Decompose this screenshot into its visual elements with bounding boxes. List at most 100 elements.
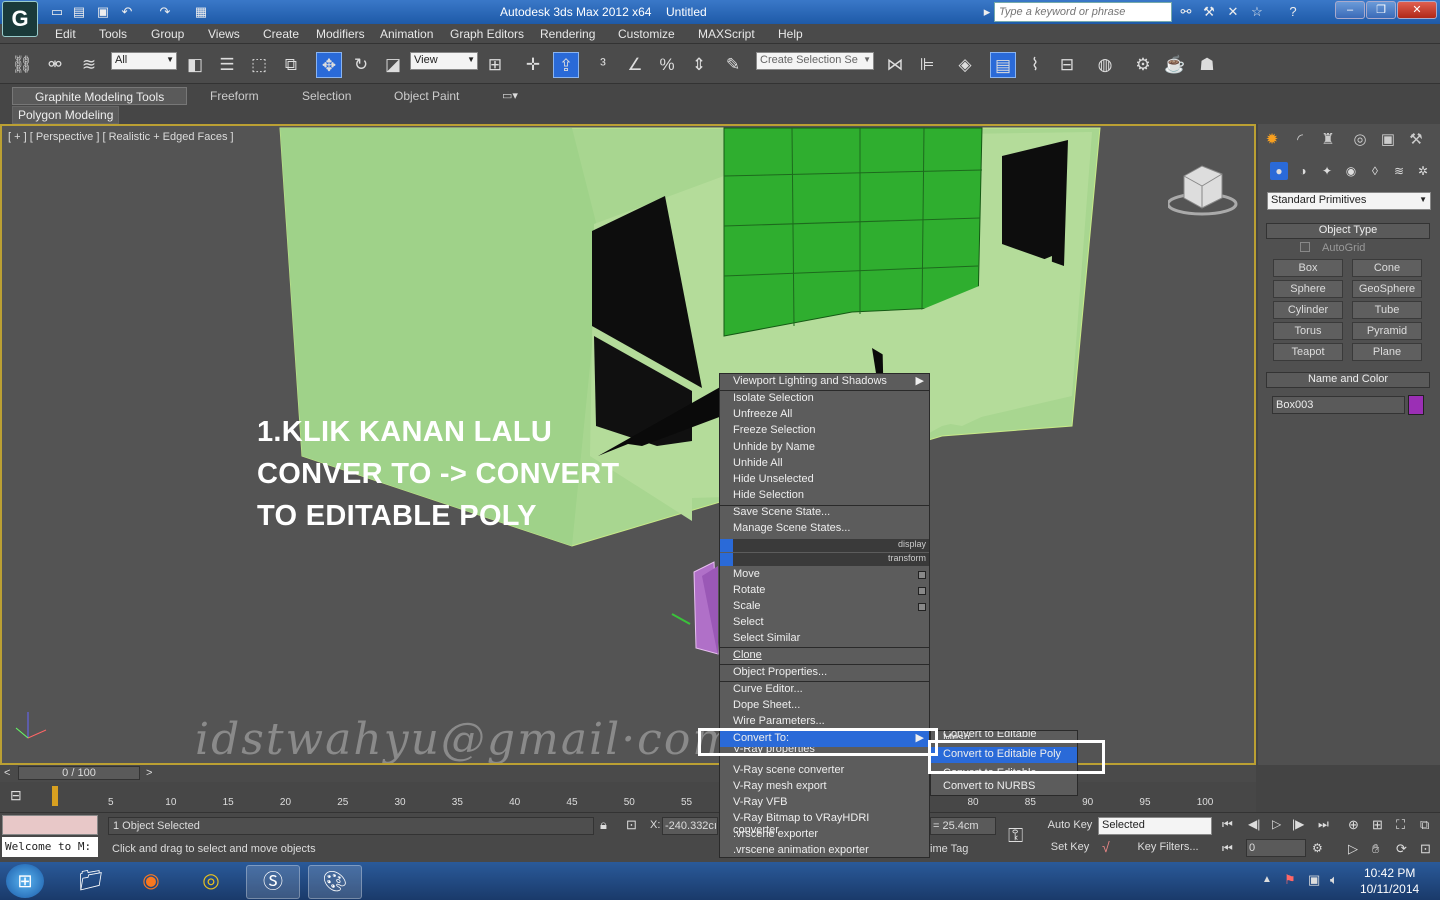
select-and-rotate-icon[interactable]: ↻ (348, 52, 374, 78)
schematic-view-icon[interactable]: ⊟ (1054, 52, 1080, 78)
display-tab-icon[interactable]: ▣ (1376, 128, 1400, 152)
redo-icon[interactable]: ↷ (156, 3, 174, 21)
angle-snap-icon[interactable]: ∠ (622, 52, 648, 78)
start-button-icon[interactable]: ⊞ (6, 864, 44, 898)
play-icon[interactable]: ▷ (1272, 817, 1281, 831)
menu-item-vray-scene-converter[interactable]: V-Ray scene converter (720, 763, 929, 779)
keyboard-shortcut-override-icon[interactable]: ⇪ (553, 52, 579, 78)
menu-item-dope-sheet[interactable]: Dope Sheet... (720, 698, 929, 714)
named-selection-edit-icon[interactable]: ✎ (720, 52, 746, 78)
shapes-icon[interactable]: ◑ (1294, 162, 1312, 180)
menu-item-unhide-all[interactable]: Unhide All (720, 456, 929, 472)
menu-item-vray-vfb[interactable]: V-Ray VFB (720, 795, 929, 811)
menu-create[interactable]: Create (263, 27, 299, 41)
open-file-icon[interactable]: ▤ (70, 3, 88, 21)
search-input[interactable] (994, 2, 1172, 22)
app-menu-logo-icon[interactable]: G (2, 1, 38, 37)
pyramid-button[interactable]: Pyramid (1352, 322, 1422, 340)
show-hidden-icons-icon[interactable]: ▲ (1262, 874, 1272, 885)
motion-tab-icon[interactable]: ◎ (1348, 128, 1372, 152)
volume-icon[interactable]: 🔈︎ (1330, 872, 1338, 888)
add-time-tag[interactable]: ime Tag (930, 843, 968, 855)
spinner-snap-icon[interactable]: ⇕ (686, 52, 712, 78)
absolute-mode-icon[interactable]: ⊡ (626, 817, 637, 833)
window-crossing-icon[interactable]: ⧉ (278, 52, 304, 78)
undo-icon[interactable]: ↶ (118, 3, 136, 21)
viewcube-icon[interactable] (1166, 162, 1238, 218)
named-selection-sets-dropdown[interactable]: Create Selection Se (756, 52, 874, 70)
tab-freeform[interactable]: Freeform (188, 87, 281, 105)
new-file-icon[interactable]: ▭ (48, 3, 66, 21)
time-slider-thumb[interactable]: 0 / 100 (18, 766, 140, 780)
link-icon[interactable]: ⛓ (9, 52, 35, 78)
menu-tools[interactable]: Tools (99, 27, 127, 41)
set-key-button[interactable]: Set Key (1046, 839, 1094, 857)
cone-button[interactable]: Cone (1352, 259, 1422, 277)
binoculars-icon[interactable]: ⚯ (1177, 3, 1195, 21)
create-tab-icon[interactable]: ✹ (1260, 128, 1284, 152)
time-cursor[interactable] (52, 786, 58, 806)
tab-graphite-modeling-tools[interactable]: Graphite Modeling Tools (12, 87, 188, 105)
menu-item-hide-unselected[interactable]: Hide Unselected (720, 472, 929, 488)
pivot-center-icon[interactable]: ⊞ (482, 52, 508, 78)
reference-coordinate-dropdown[interactable]: View (410, 52, 478, 70)
menu-maxscript[interactable]: MAXScript (698, 27, 755, 41)
menu-item-freeze-selection[interactable]: Freeze Selection (720, 423, 929, 439)
key-mode-toggle-icon[interactable]: ⏮ (1222, 841, 1233, 856)
menu-rendering[interactable]: Rendering (540, 27, 595, 41)
current-frame-field[interactable]: 0 (1246, 839, 1306, 857)
tab-object-paint[interactable]: Object Paint (372, 87, 481, 105)
geometry-icon[interactable]: ● (1270, 162, 1288, 180)
chrome-icon[interactable]: ◎ (184, 865, 238, 899)
perspective-viewport[interactable]: [ + ] [ Perspective ] [ Realistic + Edge… (0, 124, 1256, 765)
3dsmax-taskbar-icon[interactable]: Ⓢ (246, 865, 300, 899)
previous-key-icon[interactable]: ◀︎| (1248, 817, 1260, 831)
menu-item-clone[interactable]: Clone (720, 648, 929, 664)
menu-item-vray-mesh-export[interactable]: V-Ray mesh export (720, 779, 929, 795)
z-coordinate-field[interactable]: = 25.4cm (930, 817, 996, 835)
menu-item-rotate[interactable]: Rotate (720, 583, 929, 599)
rendered-frame-window-icon[interactable]: ☕ (1162, 52, 1188, 78)
time-configuration-icon[interactable]: ⚙ (1312, 841, 1323, 855)
next-key-icon[interactable]: |▶︎ (1292, 817, 1304, 831)
set-key-mode-icon[interactable]: ⚿ (1008, 825, 1023, 848)
network-icon[interactable]: ▣ (1308, 872, 1320, 888)
tab-selection[interactable]: Selection (280, 87, 373, 105)
zoom-extents-icon[interactable]: ⛶ (1396, 817, 1405, 833)
go-to-end-icon[interactable]: ⏭ (1318, 817, 1329, 832)
menu-item-hide-selection[interactable]: Hide Selection (720, 488, 929, 504)
explorer-icon[interactable]: 📁︎ (64, 865, 118, 899)
menu-help[interactable]: Help (778, 27, 803, 41)
maximize-viewport-icon[interactable]: ⊡ (1420, 841, 1431, 857)
submenu-convert-nurbs[interactable]: Convert to NURBS (931, 779, 1077, 795)
maxscript-input[interactable]: Welcome to M: (2, 837, 98, 857)
menu-group[interactable]: Group (151, 27, 184, 41)
selection-filter-dropdown[interactable]: All (111, 52, 177, 70)
torus-button[interactable]: Torus (1273, 322, 1343, 340)
unlink-icon[interactable]: ⚮ (42, 52, 68, 78)
pan-view-icon[interactable]: ✋︎ (1372, 841, 1379, 857)
paint-taskbar-icon[interactable]: 🎨︎ (308, 865, 362, 899)
plane-button[interactable]: Plane (1352, 343, 1422, 361)
menu-item-object-properties[interactable]: Object Properties... (720, 665, 929, 681)
rollout-name-and-color[interactable]: Name and Color (1266, 372, 1430, 388)
viewport-label[interactable]: [ + ] [ Perspective ] [ Realistic + Edge… (8, 131, 234, 143)
menu-item-vrscene-exporter[interactable]: .vrscene exporter (720, 827, 929, 843)
favorites-star-icon[interactable]: ☆ (1248, 3, 1266, 21)
zoom-icon[interactable]: ⊕ (1348, 817, 1359, 833)
project-folder-icon[interactable]: ▦ (192, 3, 210, 21)
cylinder-button[interactable]: Cylinder (1273, 301, 1343, 319)
menu-item-save-scene-state[interactable]: Save Scene State... (720, 505, 929, 521)
menu-item-isolate-selection[interactable]: Isolate Selection (720, 391, 929, 407)
panel-polygon-modeling[interactable]: Polygon Modeling (12, 106, 120, 124)
sphere-button[interactable]: Sphere (1273, 280, 1343, 298)
rollout-object-type[interactable]: Object Type (1266, 223, 1430, 239)
zoom-all-icon[interactable]: ⊞ (1372, 817, 1383, 833)
menu-item-select-similar[interactable]: Select Similar (720, 631, 929, 647)
material-editor-icon[interactable]: ◍ (1092, 52, 1118, 78)
lights-icon[interactable]: ✦ (1318, 162, 1336, 180)
helpers-icon[interactable]: ◊ (1366, 162, 1384, 180)
auto-key-button[interactable]: Auto Key (1046, 817, 1094, 835)
menu-edit[interactable]: Edit (55, 27, 76, 41)
menu-modifiers[interactable]: Modifiers (316, 27, 365, 41)
